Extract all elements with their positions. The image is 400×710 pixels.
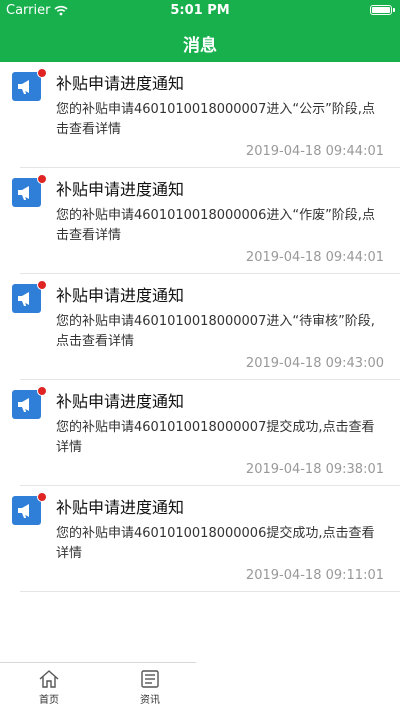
list-item[interactable]: 补贴申请进度通知 您的补贴申请4601010018000006提交成功,点击查看… (0, 486, 400, 592)
unread-indicator (37, 68, 47, 78)
message-title: 补贴申请进度通知 (56, 286, 185, 305)
page-title: 消息 (183, 36, 217, 56)
home-icon (39, 670, 59, 688)
list-item[interactable]: 补贴申请进度通知 您的补贴申请4601010018000007进入“待审核”阶段… (0, 274, 400, 380)
message-body: 您的补贴申请4601010018000007进入“公示”阶段,点击查看详情 (56, 102, 375, 137)
message-body: 您的补贴申请4601010018000007提交成功,点击查看详情 (56, 420, 375, 455)
tab-news-label: 资讯 (140, 695, 160, 706)
list-item[interactable]: 补贴申请进度通知 您的补贴申请4601010018000007进入“公示”阶段,… (0, 62, 400, 168)
message-list: 补贴申请进度通知 您的补贴申请4601010018000007进入“公示”阶段,… (0, 62, 400, 592)
list-item[interactable]: 补贴申请进度通知 您的补贴申请4601010018000007提交成功,点击查看… (0, 380, 400, 486)
list-item[interactable]: 补贴申请进度通知 您的补贴申请4601010018000006进入“作废”阶段,… (0, 168, 400, 274)
unread-indicator (37, 280, 47, 290)
megaphone-icon (12, 284, 41, 313)
megaphone-icon (12, 72, 41, 101)
megaphone-icon (12, 496, 41, 525)
battery-icon (370, 5, 395, 15)
message-time: 2019-04-18 09:38:01 (245, 462, 384, 477)
message-time: 2019-04-18 09:44:01 (245, 144, 384, 159)
message-time: 2019-04-18 09:44:01 (245, 250, 384, 265)
message-body: 您的补贴申请4601010018000006提交成功,点击查看详情 (56, 526, 375, 561)
message-title: 补贴申请进度通知 (56, 498, 185, 517)
divider (20, 591, 400, 592)
unread-indicator (37, 386, 47, 396)
message-title: 补贴申请进度通知 (56, 392, 185, 411)
status-time: 5:01 PM (170, 3, 230, 18)
tab-bar-divider (0, 662, 196, 663)
message-title: 补贴申请进度通知 (56, 180, 185, 199)
unread-indicator (37, 174, 47, 184)
message-body: 您的补贴申请4601010018000006进入“作废”阶段,点击查看详情 (56, 208, 375, 243)
megaphone-icon (12, 178, 41, 207)
status-bar: Carrier 5:01 PM (0, 0, 400, 22)
news-icon (141, 670, 159, 688)
tab-bar: 首页 资讯 (0, 662, 400, 710)
message-time: 2019-04-18 09:11:01 (245, 568, 384, 583)
message-body: 您的补贴申请4601010018000007进入“待审核”阶段,点击查看详情 (56, 314, 375, 349)
message-time: 2019-04-18 09:43:00 (245, 356, 384, 371)
megaphone-icon (12, 390, 41, 419)
tab-home[interactable]: 首页 (19, 669, 79, 706)
tab-home-label: 首页 (39, 695, 59, 706)
tab-news[interactable]: 资讯 (120, 669, 180, 706)
header: Carrier 5:01 PM 消息 (0, 0, 400, 62)
message-title: 补贴申请进度通知 (56, 74, 185, 93)
unread-indicator (37, 492, 47, 502)
